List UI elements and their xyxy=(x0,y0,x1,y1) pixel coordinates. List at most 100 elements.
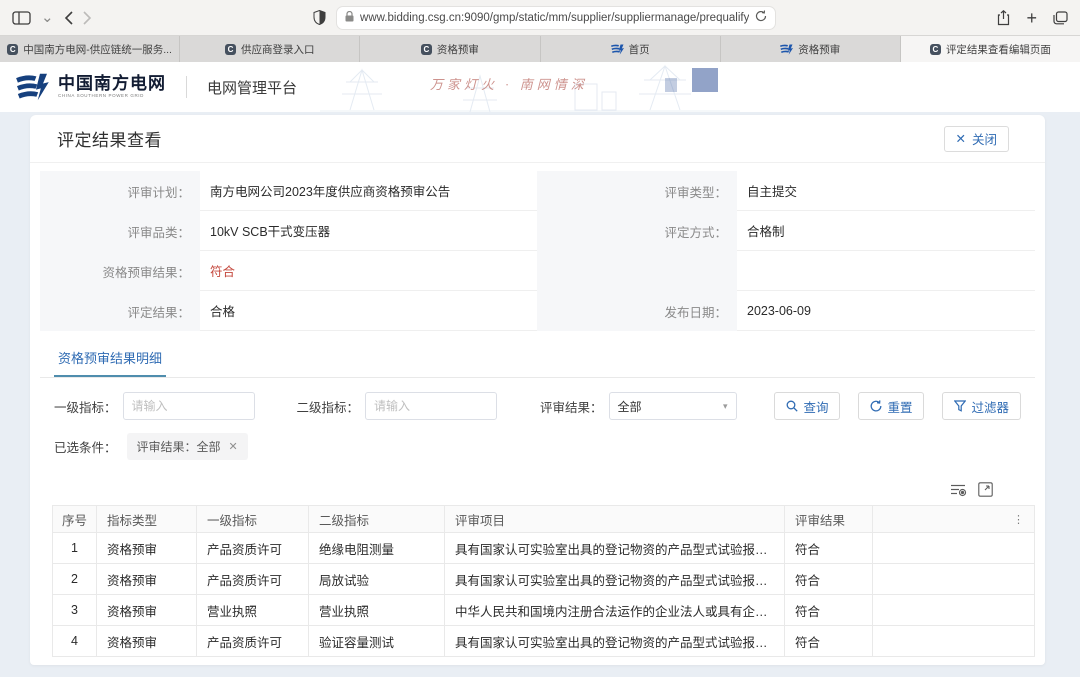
close-label: 关闭 xyxy=(972,129,997,148)
table-cell: 符合 xyxy=(785,626,873,657)
table-row[interactable]: 3资格预审营业执照营业执照中华人民共和国境内注册合法运作的企业法人或具有企业法人… xyxy=(53,595,1035,626)
tab-label: 首页 xyxy=(629,42,650,57)
filter-level2: 二级指标： xyxy=(297,392,498,420)
browser-tab-result-view-active[interactable]: C 评定结果查看编辑页面 xyxy=(901,36,1080,62)
address-bar[interactable]: www.bidding.csg.cn:9090/gmp/static/mm/su… xyxy=(336,6,776,30)
field-value: 自主提交 xyxy=(737,171,1035,211)
info-row-review-type: 评审类型： 自主提交 xyxy=(537,171,1035,211)
table-cell: 产品资质许可 xyxy=(197,626,309,657)
filter-label: 评审结果： xyxy=(540,397,603,416)
brand-subtitle: CHINA SOUTHERN POWER GRID xyxy=(58,94,166,99)
back-button-icon[interactable] xyxy=(64,11,73,25)
column-header: 指标类型 xyxy=(97,506,197,533)
field-value-highlight: 符合 xyxy=(200,251,537,291)
field-value xyxy=(737,251,1035,291)
column-header: 评审项目 xyxy=(445,506,785,533)
table-cell: 资格预审 xyxy=(97,626,197,657)
tab-label: 评定结果查看编辑页面 xyxy=(946,42,1051,57)
table-cell: 2 xyxy=(53,564,97,595)
column-header: 序号 xyxy=(53,506,97,533)
column-header: 一级指标 xyxy=(197,506,309,533)
review-result-select[interactable]: 全部 ▾ xyxy=(609,392,737,420)
table-header-row: 序号指标类型一级指标二级指标评审项目评审结果⋮ xyxy=(53,506,1035,533)
sidebar-chevron-icon[interactable]: ⌄ xyxy=(41,10,54,25)
info-row-publish-date: 发布日期： 2023-06-09 xyxy=(537,291,1035,331)
site-header: 中国南方电网 CHINA SOUTHERN POWER GRID 电网管理平台 … xyxy=(0,62,1080,112)
field-label: 评定方式： xyxy=(537,211,737,251)
platform-title: 电网管理平台 xyxy=(207,77,297,98)
table-cell: 1 xyxy=(53,533,97,564)
field-label: 资格预审结果： xyxy=(40,251,200,291)
tab-label: 资格预审 xyxy=(798,42,840,57)
tab-prequalify-result-detail[interactable]: 资格预审结果明细 xyxy=(54,341,166,377)
browser-tab-prequalify-1[interactable]: C 资格预审 xyxy=(360,36,540,62)
column-header: 评审结果 xyxy=(785,506,873,533)
field-value: 南方电网公司2023年度供应商资格预审公告 xyxy=(200,171,537,211)
level2-indicator-input[interactable] xyxy=(365,392,497,420)
field-value: 2023-06-09 xyxy=(737,291,1035,331)
filter-label: 一级指标： xyxy=(54,397,117,416)
tag-close-icon[interactable]: ✕ xyxy=(229,440,238,453)
field-label: 评审类型： xyxy=(537,171,737,211)
privacy-shield-icon[interactable] xyxy=(313,10,326,25)
table-cell: 符合 xyxy=(785,564,873,595)
new-tab-icon[interactable]: + xyxy=(1026,9,1037,27)
table-row[interactable]: 1资格预审产品资质许可绝缘电阻测量具有国家认可实验室出具的登记物资的产品型式试验… xyxy=(53,533,1035,564)
column-config-icon[interactable] xyxy=(950,483,968,497)
filter-row: 一级指标： 二级指标： 评审结果： 全部 ▾ xyxy=(30,378,1045,420)
table-row[interactable]: 4资格预审产品资质许可验证容量测试具有国家认可实验室出具的登记物资的产品型式试验… xyxy=(53,626,1035,657)
csg-favicon xyxy=(611,44,624,55)
table-cell: 符合 xyxy=(785,595,873,626)
selected-conditions-label: 已选条件： xyxy=(54,437,117,456)
search-icon xyxy=(786,400,798,412)
tab-overview-icon[interactable] xyxy=(1053,11,1068,25)
funnel-icon xyxy=(954,400,966,412)
field-value: 10kV SCB干式变压器 xyxy=(200,211,537,251)
reset-button[interactable]: 重置 xyxy=(858,392,924,420)
brand-name: 中国南方电网 xyxy=(58,75,166,92)
results-table-wrap: 序号指标类型一级指标二级指标评审项目评审结果⋮ 1资格预审产品资质许可绝缘电阻测… xyxy=(52,505,1035,657)
sidebar-toggle-icon[interactable] xyxy=(12,11,31,25)
level1-indicator-input[interactable] xyxy=(123,392,255,420)
info-row-empty xyxy=(537,251,1035,291)
browser-tab-prequalify-2[interactable]: 资格预审 xyxy=(721,36,901,62)
table-cell: 资格预审 xyxy=(97,533,197,564)
brand: 中国南方电网 CHINA SOUTHERN POWER GRID 电网管理平台 xyxy=(14,72,297,102)
filter-level1: 一级指标： xyxy=(54,392,255,420)
selected-conditions-row: 已选条件： 评审结果：全部 ✕ xyxy=(30,420,1045,460)
reset-label: 重置 xyxy=(887,397,912,416)
table-cell: 具有国家认可实验室出具的登记物资的产品型式试验报告，检验试验结果应为合格或符合相… xyxy=(445,626,785,657)
card-title-row: 评定结果查看 ✕ 关闭 xyxy=(30,115,1045,163)
column-header: 二级指标 xyxy=(309,506,445,533)
search-label: 查询 xyxy=(803,397,828,416)
browser-tab-supplier-login[interactable]: C 供应商登录入口 xyxy=(180,36,360,62)
browser-tab-supply-chain[interactable]: C 中国南方电网-供应链统一服务... xyxy=(0,36,180,62)
info-row-prequalify-result: 资格预审结果： 符合 xyxy=(40,251,537,291)
table-cell: 验证容量测试 xyxy=(309,626,445,657)
table-cell: 营业执照 xyxy=(197,595,309,626)
table-row[interactable]: 2资格预审产品资质许可局放试验具有国家认可实验室出具的登记物资的产品型式试验报告… xyxy=(53,564,1035,595)
table-cell-empty xyxy=(873,564,1035,595)
field-label: 发布日期： xyxy=(537,291,737,331)
csg-logo-icon xyxy=(14,72,50,102)
url-area: www.bidding.csg.cn:9090/gmp/static/mm/su… xyxy=(102,6,988,30)
forward-button-icon[interactable] xyxy=(83,11,92,25)
close-button[interactable]: ✕ 关闭 xyxy=(944,126,1010,152)
search-button[interactable]: 查询 xyxy=(774,392,840,420)
reload-icon[interactable] xyxy=(755,9,767,27)
page-background: 评定结果查看 ✕ 关闭 评审计划： 南方电网公司2023年度供应商资格预审公告 … xyxy=(0,112,1080,677)
info-row-review-plan: 评审计划： 南方电网公司2023年度供应商资格预审公告 xyxy=(40,171,537,211)
c-favicon: C xyxy=(7,44,18,55)
table-cell-empty xyxy=(873,626,1035,657)
lock-icon xyxy=(345,9,354,27)
condition-tag[interactable]: 评审结果：全部 ✕ xyxy=(127,433,248,460)
browser-tab-home[interactable]: 首页 xyxy=(541,36,721,62)
table-cell: 3 xyxy=(53,595,97,626)
table-cell: 4 xyxy=(53,626,97,657)
fullscreen-icon[interactable] xyxy=(978,482,993,497)
filter-button[interactable]: 过滤器 xyxy=(942,392,1021,420)
share-icon[interactable] xyxy=(997,10,1010,26)
column-settings-icon[interactable]: ⋮ xyxy=(873,506,1035,533)
field-label xyxy=(537,251,737,291)
csg-favicon xyxy=(780,44,793,55)
